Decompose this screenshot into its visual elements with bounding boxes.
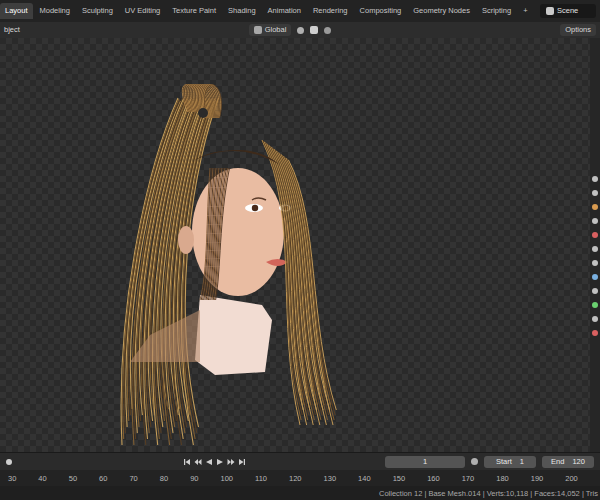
mode-menu[interactable]: bject <box>4 25 20 35</box>
property-tab-icon[interactable] <box>592 218 598 224</box>
property-tab-icon[interactable] <box>592 288 598 294</box>
play-reverse-icon[interactable] <box>205 458 213 466</box>
property-tab-icon[interactable] <box>592 176 598 182</box>
workspace-tab[interactable]: Geometry Nodes <box>408 3 475 19</box>
frame-number: 200 <box>565 474 578 483</box>
play-icon[interactable] <box>216 458 224 466</box>
workspace-tab[interactable]: UV Editing <box>120 3 165 19</box>
property-tab-icon[interactable] <box>592 302 598 308</box>
viewport-header: bject Global Options <box>0 22 600 38</box>
frame-number: 130 <box>324 474 337 483</box>
frame-number: 190 <box>531 474 544 483</box>
workspace-tab[interactable]: Rendering <box>308 3 353 19</box>
keyframe-icon[interactable] <box>6 459 12 465</box>
3d-viewport[interactable] <box>0 38 590 452</box>
hair-model-render <box>0 38 590 452</box>
frame-number: 70 <box>129 474 137 483</box>
snap-icon[interactable] <box>310 26 318 34</box>
frame-number: 180 <box>496 474 509 483</box>
frame-number: 80 <box>160 474 168 483</box>
playback-controls <box>183 458 246 466</box>
property-tab-icon[interactable] <box>592 204 598 210</box>
frame-number: 170 <box>462 474 475 483</box>
sidebar-tabs <box>590 38 600 452</box>
options-dropdown[interactable]: Options <box>560 24 596 36</box>
current-frame-field[interactable]: 1 <box>385 456 465 468</box>
orientation-dropdown[interactable]: Global <box>249 24 292 36</box>
property-tab-icon[interactable] <box>592 316 598 322</box>
jump-end-icon[interactable] <box>238 458 246 466</box>
workspace-tab[interactable]: Modeling <box>35 3 75 19</box>
jump-start-icon[interactable] <box>183 458 191 466</box>
end-frame-field[interactable]: End120 <box>542 456 594 468</box>
workspace-tab[interactable]: Texture Paint <box>167 3 221 19</box>
frame-number: 90 <box>190 474 198 483</box>
frame-number: 60 <box>99 474 107 483</box>
top-bar: LayoutModelingSculptingUV EditingTexture… <box>0 0 600 22</box>
frame-number: 160 <box>427 474 440 483</box>
frame-number: 100 <box>221 474 234 483</box>
next-key-icon[interactable] <box>227 458 235 466</box>
frame-number: 110 <box>255 474 267 483</box>
proportional-icon[interactable] <box>324 27 331 34</box>
property-tab-icon[interactable] <box>592 274 598 280</box>
add-tab-button[interactable]: + <box>518 3 532 19</box>
frame-number: 30 <box>8 474 16 483</box>
property-tab-icon[interactable] <box>592 330 598 336</box>
scene-icon <box>546 7 554 15</box>
workspace-tab[interactable]: Sculpting <box>77 3 118 19</box>
workspace-tab[interactable]: Layout <box>0 3 33 19</box>
timeline-header: 1 Start1 End120 <box>0 452 600 470</box>
start-frame-field[interactable]: Start1 <box>484 456 536 468</box>
timeline-ruler[interactable]: 30 40 50 60 70 80 90 100 110 120 130 140 150 160 170 18… <box>0 470 600 486</box>
workspace-tab[interactable]: Animation <box>263 3 306 19</box>
status-bar: Collection 12 | Base Mesh.014 | Verts:10… <box>0 486 600 500</box>
blender-window: LayoutModelingSculptingUV EditingTexture… <box>0 0 600 500</box>
pivot-icon[interactable] <box>297 27 304 34</box>
frame-number: 120 <box>289 474 302 483</box>
property-tab-icon[interactable] <box>592 232 598 238</box>
workspace-tab[interactable]: Shading <box>223 3 261 19</box>
workspace-tab[interactable]: Compositing <box>355 3 407 19</box>
frame-number: 40 <box>38 474 46 483</box>
orientation-icon <box>254 26 262 34</box>
prev-key-icon[interactable] <box>194 458 202 466</box>
frame-number: 50 <box>69 474 77 483</box>
clock-icon[interactable] <box>471 458 478 465</box>
scene-statistics: Collection 12 | Base Mesh.014 | Verts:10… <box>379 489 598 498</box>
scene-selector[interactable]: Scene <box>540 4 596 18</box>
frame-number: 150 <box>393 474 406 483</box>
property-tab-icon[interactable] <box>592 190 598 196</box>
workspace-tab[interactable]: Scripting <box>477 3 516 19</box>
property-tab-icon[interactable] <box>592 246 598 252</box>
frame-number: 140 <box>358 474 371 483</box>
property-tab-icon[interactable] <box>592 260 598 266</box>
